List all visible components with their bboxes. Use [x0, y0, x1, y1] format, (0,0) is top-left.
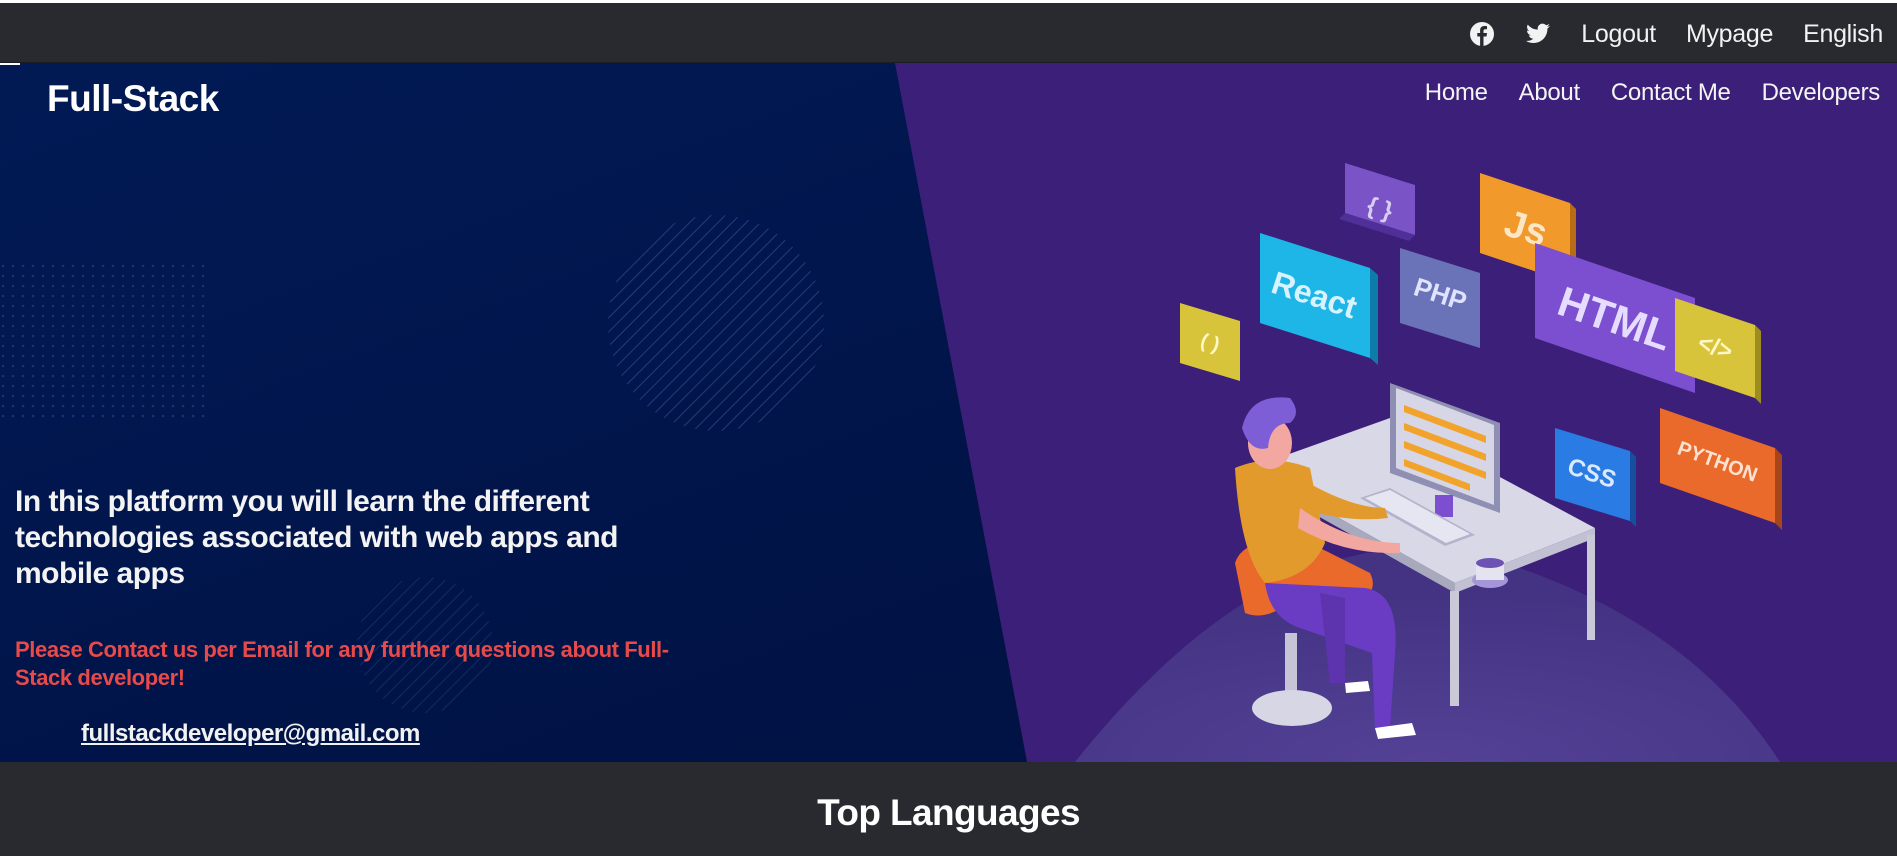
nav-contact[interactable]: Contact Me — [1611, 79, 1731, 107]
brand-logo[interactable]: Full-Stack — [47, 78, 219, 120]
logout-link[interactable]: Logout — [1581, 20, 1656, 49]
twitter-icon[interactable] — [1525, 21, 1551, 47]
nav-about[interactable]: About — [1519, 79, 1581, 107]
tech-tile-react: React — [1260, 233, 1378, 365]
hero-section: Full-Stack Home About Contact Me Develop… — [0, 63, 1897, 762]
top-languages-section: Top Languages — [0, 762, 1897, 856]
tech-tile-html: HTML — [1535, 243, 1695, 393]
tech-tile-php: PHP — [1400, 248, 1480, 348]
tech-tile-css: CSS — [1555, 428, 1636, 527]
mypage-link[interactable]: Mypage — [1686, 20, 1773, 49]
top-bar: Logout Mypage English — [0, 0, 1897, 63]
nav-home[interactable]: Home — [1425, 79, 1488, 107]
facebook-icon[interactable] — [1469, 21, 1495, 47]
section-title: Top Languages — [817, 792, 1080, 833]
top-nav: Logout Mypage English — [1469, 17, 1883, 51]
tech-tile-python: PYTHON — [1660, 408, 1782, 530]
language-selector[interactable]: English — [1803, 20, 1883, 49]
tech-tile-parens: ( ) — [1180, 303, 1240, 381]
nav-developers[interactable]: Developers — [1762, 79, 1881, 107]
main-nav: Home About Contact Me Developers — [1425, 79, 1881, 107]
developer-illustration: { } Js HTML React PHP </> ( ) CSS PYTHON — [1180, 163, 1782, 739]
contact-message: Please Contact us per Email for any furt… — [15, 637, 669, 690]
email-link[interactable]: fullstackdeveloper@gmail.com — [81, 720, 420, 748]
coffee-mug — [1472, 558, 1508, 588]
tech-tile-braces: { } — [1339, 163, 1415, 241]
hero-headline: In this platform you will learn the diff… — [15, 485, 618, 590]
